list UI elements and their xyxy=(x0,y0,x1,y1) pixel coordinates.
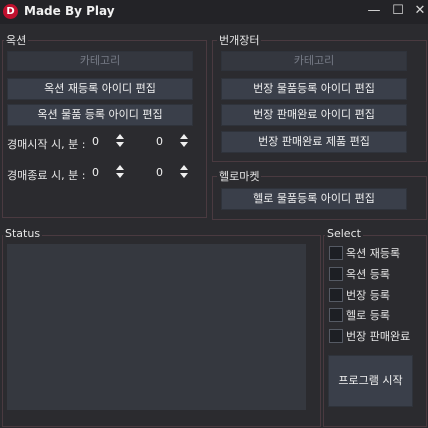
checkbox[interactable] xyxy=(329,246,343,260)
chevron-up-icon[interactable] xyxy=(180,165,188,170)
hello-register-id-button[interactable]: 헬로 물품등록 아이디 편집 xyxy=(221,188,407,210)
chevron-down-icon[interactable] xyxy=(116,173,124,178)
auction-start-minute-value[interactable]: 0 xyxy=(156,135,163,148)
app-logo-icon: D xyxy=(3,4,18,19)
auction-end-hour-stepper[interactable] xyxy=(115,164,125,180)
auction-start-minute-stepper[interactable] xyxy=(179,133,189,149)
start-program-button[interactable]: 프로그램 시작 xyxy=(328,355,413,407)
checkbox-label: 번장 등록 xyxy=(346,289,390,302)
checkbox[interactable] xyxy=(329,329,343,343)
window-title: Made By Play xyxy=(24,4,115,18)
maximize-button[interactable]: ☐ xyxy=(390,3,406,19)
bungae-group-title: 번개장터 xyxy=(217,32,262,48)
auction-end-label: 경매종료 시, 분 : xyxy=(7,169,86,182)
status-group-title: Status xyxy=(3,227,43,240)
close-button[interactable]: ✕ xyxy=(412,3,428,19)
chevron-down-icon[interactable] xyxy=(180,142,188,147)
select-group-title: Select xyxy=(325,227,363,240)
checkbox[interactable] xyxy=(329,308,343,322)
checkbox-label: 옥션 등록 xyxy=(346,268,390,281)
chevron-down-icon[interactable] xyxy=(116,142,124,147)
auction-end-minute-value[interactable]: 0 xyxy=(156,166,163,179)
checkbox-label: 옥션 재등록 xyxy=(346,247,401,260)
chevron-up-icon[interactable] xyxy=(116,134,124,139)
checkbox[interactable] xyxy=(329,267,343,281)
chevron-up-icon[interactable] xyxy=(116,165,124,170)
hello-group-title: 헬로마켓 xyxy=(217,168,262,184)
minimize-button[interactable]: — xyxy=(366,3,382,19)
bungae-sold-id-button[interactable]: 번장 판매완료 아이디 편집 xyxy=(221,104,407,126)
bungae-sold-products-button[interactable]: 번장 판매완료 제품 편집 xyxy=(221,131,407,153)
auction-end-hour-value[interactable]: 0 xyxy=(92,166,99,179)
auction-register-id-button[interactable]: 옥션 물품 등록 아이디 편집 xyxy=(7,104,193,126)
chevron-up-icon[interactable] xyxy=(180,134,188,139)
checkbox[interactable] xyxy=(329,288,343,302)
auction-end-minute-stepper[interactable] xyxy=(179,164,189,180)
chevron-down-icon[interactable] xyxy=(180,173,188,178)
checkbox-label: 헬로 등록 xyxy=(346,309,390,322)
auction-relist-id-button[interactable]: 옥션 재등록 아이디 편집 xyxy=(7,78,193,100)
bungae-register-id-button[interactable]: 번장 물품등록 아이디 편집 xyxy=(221,78,407,100)
checkbox-label: 번장 판매완료 xyxy=(346,330,411,343)
auction-start-hour-stepper[interactable] xyxy=(115,133,125,149)
title-bar: D Made By Play — ☐ ✕ xyxy=(0,0,428,24)
auction-start-hour-value[interactable]: 0 xyxy=(92,135,99,148)
bungae-category-button[interactable]: 카테고리 xyxy=(221,51,407,71)
auction-group-title: 옥션 xyxy=(4,32,29,48)
auction-start-label: 경매시작 시, 분 : xyxy=(7,138,86,151)
status-log[interactable] xyxy=(7,244,306,410)
auction-category-button[interactable]: 카테고리 xyxy=(7,51,193,71)
